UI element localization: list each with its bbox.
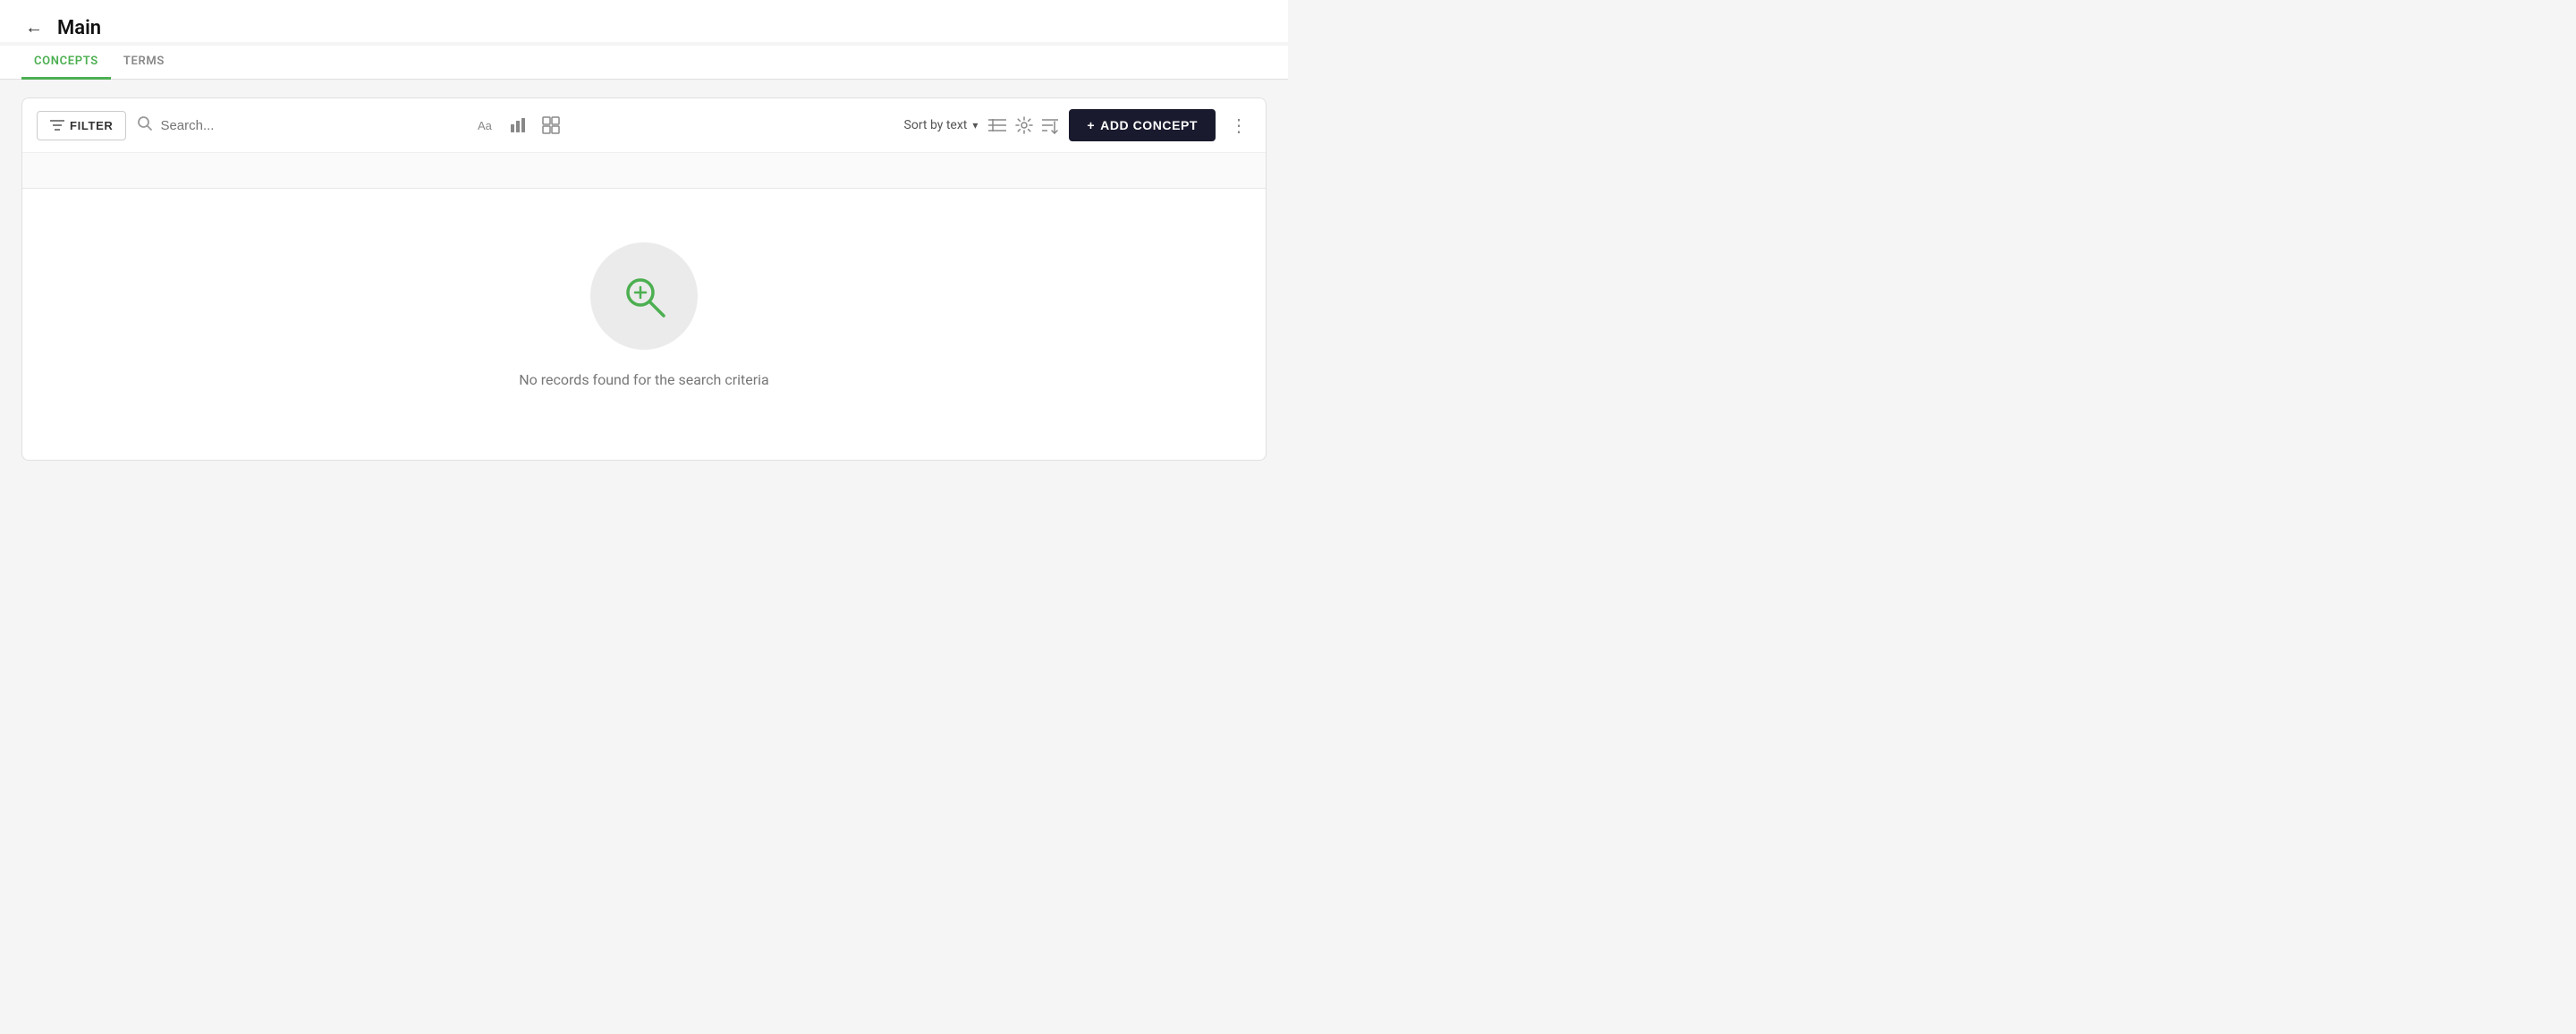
- empty-state-message: No records found for the search criteria: [519, 371, 769, 388]
- search-container: [137, 115, 460, 135]
- list-view-icon[interactable]: [988, 118, 1006, 132]
- add-icon: +: [1087, 118, 1095, 132]
- tab-concepts[interactable]: CONCEPTS: [21, 46, 111, 80]
- sort-asc-icon[interactable]: [1042, 116, 1058, 134]
- page-header: ← Main: [0, 0, 1288, 42]
- table-header-row: [22, 153, 1266, 189]
- sort-label: Sort by text: [904, 118, 968, 132]
- filter-button[interactable]: FILTER: [37, 111, 126, 140]
- bar-chart-icon[interactable]: [510, 117, 530, 133]
- view-icons: Aa: [478, 116, 560, 134]
- back-button[interactable]: ←: [21, 14, 47, 42]
- text-size-icon[interactable]: Aa: [478, 118, 497, 132]
- svg-text:Aa: Aa: [478, 119, 493, 132]
- empty-state-icon-wrap: [590, 242, 698, 350]
- empty-search-icon: [619, 271, 669, 321]
- settings-icon[interactable]: [1015, 116, 1033, 134]
- tabs-bar: CONCEPTS TERMS: [0, 46, 1288, 80]
- grid-icon[interactable]: [542, 116, 560, 134]
- filter-label: FILTER: [70, 119, 113, 132]
- add-concept-button[interactable]: + ADD CONCEPT: [1069, 109, 1216, 141]
- search-icon: [137, 115, 153, 135]
- more-options-button[interactable]: ⋮: [1226, 111, 1251, 140]
- toolbar: FILTER Aa: [22, 98, 1266, 153]
- chevron-down-icon: ▾: [972, 119, 978, 131]
- tab-terms[interactable]: TERMS: [111, 46, 177, 80]
- search-input[interactable]: [160, 118, 460, 133]
- empty-state: No records found for the search criteria: [22, 189, 1266, 460]
- sort-dropdown[interactable]: Sort by text ▾: [904, 118, 979, 132]
- right-icons: [988, 116, 1058, 134]
- page-title: Main: [57, 17, 101, 39]
- main-content: FILTER Aa: [0, 80, 1288, 479]
- filter-icon: [50, 119, 64, 131]
- concepts-card: FILTER Aa: [21, 97, 1267, 461]
- add-concept-label: ADD CONCEPT: [1100, 118, 1198, 132]
